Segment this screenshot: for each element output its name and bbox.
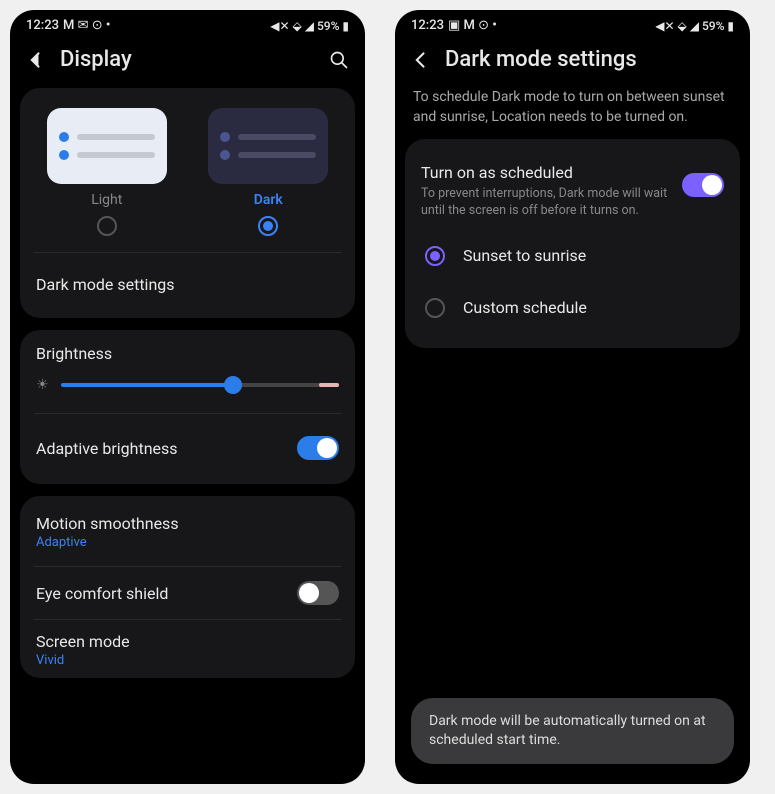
screen-mode-row[interactable]: Screen mode Vivid — [36, 624, 339, 672]
status-time: 12:23 — [411, 18, 444, 33]
theme-option-dark[interactable]: Dark — [198, 108, 340, 236]
status-right-icons: ◀✕ ⬙ ◢ 59% ▮ — [655, 19, 734, 33]
schedule-card: Turn on as scheduled To prevent interrup… — [405, 139, 740, 348]
search-icon[interactable] — [329, 50, 349, 70]
dark-mode-settings-link[interactable]: Dark mode settings — [36, 265, 339, 304]
eye-comfort-row[interactable]: Eye comfort shield — [36, 571, 339, 615]
status-bar: 12:23 M ✉ ⊙ • ◀✕ ⬙ ◢ 59% ▮ — [10, 10, 365, 37]
light-label: Light — [91, 192, 122, 208]
adaptive-brightness-row[interactable]: Adaptive brightness — [36, 426, 339, 470]
theme-card: Light Dark Dark mode settings — [20, 88, 355, 318]
dark-preview-icon — [208, 108, 328, 184]
toast-message: Dark mode will be automatically turned o… — [411, 698, 734, 764]
brightness-card: Brightness ☀ Adaptive brightness — [20, 330, 355, 484]
custom-schedule-option[interactable]: Custom schedule — [421, 282, 724, 334]
sunset-sunrise-option[interactable]: Sunset to sunrise — [421, 230, 724, 282]
location-info-text: To schedule Dark mode to turn on between… — [395, 88, 750, 139]
custom-schedule-label: Custom schedule — [463, 298, 587, 317]
sunset-sunrise-label: Sunset to sunrise — [463, 246, 586, 265]
status-bar: 12:23 ▣ M ⊙ • ◀✕ ⬙ ◢ 59% ▮ — [395, 10, 750, 37]
turn-on-scheduled-toggle[interactable] — [682, 173, 724, 197]
back-icon[interactable] — [26, 50, 46, 70]
dark-label: Dark — [254, 192, 283, 208]
dark-radio[interactable] — [258, 216, 278, 236]
custom-schedule-radio[interactable] — [425, 298, 445, 318]
light-radio[interactable] — [97, 216, 117, 236]
brightness-label: Brightness — [36, 344, 339, 363]
status-right-icons: ◀✕ ⬙ ◢ 59% ▮ — [270, 19, 349, 33]
page-title: Display — [60, 47, 315, 72]
page-title: Dark mode settings — [445, 47, 734, 72]
status-notif-icons: M ✉ ⊙ • — [63, 18, 110, 33]
back-icon[interactable] — [411, 50, 431, 70]
turn-on-scheduled-label: Turn on as scheduled — [421, 163, 670, 182]
light-preview-icon — [47, 108, 167, 184]
sunset-sunrise-radio[interactable] — [425, 246, 445, 266]
motion-smoothness-row[interactable]: Motion smoothness Adaptive — [36, 510, 339, 560]
status-notif-icons: ▣ M ⊙ • — [448, 18, 497, 33]
brightness-slider[interactable] — [61, 383, 339, 387]
display-options-card: Motion smoothness Adaptive Eye comfort s… — [20, 496, 355, 678]
header: Dark mode settings — [395, 37, 750, 88]
adaptive-brightness-toggle[interactable] — [297, 436, 339, 460]
header: Display — [10, 37, 365, 88]
turn-on-scheduled-desc: To prevent interruptions, Dark mode will… — [421, 186, 670, 220]
brightness-icon: ☀ — [36, 377, 49, 393]
theme-option-light[interactable]: Light — [36, 108, 178, 236]
eye-comfort-toggle[interactable] — [297, 581, 339, 605]
dark-mode-settings-screen: 12:23 ▣ M ⊙ • ◀✕ ⬙ ◢ 59% ▮ Dark mode set… — [395, 10, 750, 784]
display-settings-screen: 12:23 M ✉ ⊙ • ◀✕ ⬙ ◢ 59% ▮ Display Light — [10, 10, 365, 784]
status-time: 12:23 — [26, 18, 59, 33]
